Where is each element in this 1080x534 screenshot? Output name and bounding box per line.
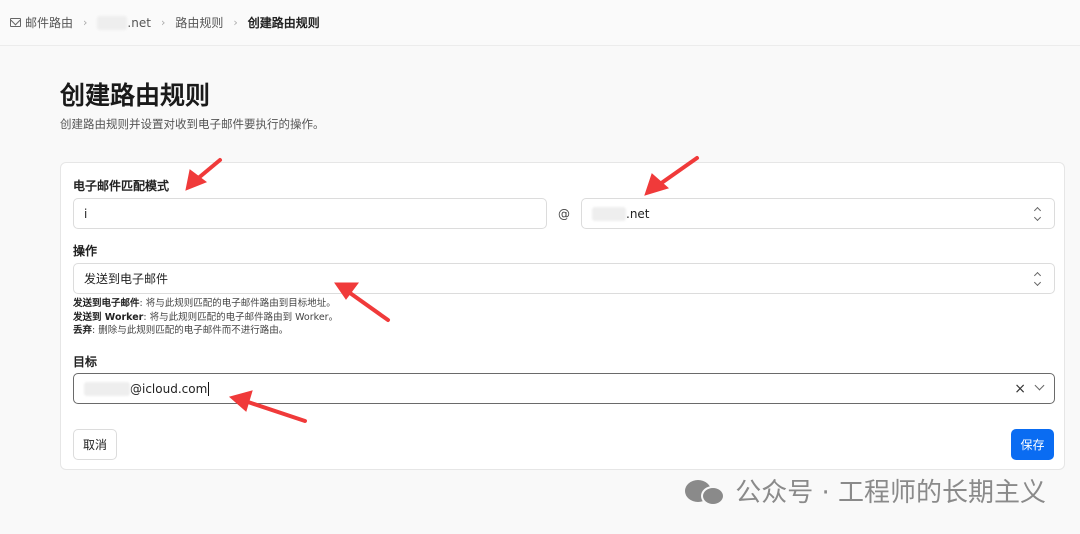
arrow-domain [644,156,699,196]
wechat-logo-icon [685,476,727,506]
arrow-action [334,282,390,322]
arrow-pattern [185,158,222,191]
watermark: 公众号 · 工程师的长期主义 [685,472,1046,509]
annotation-arrows [185,156,699,423]
arrow-target [228,390,307,423]
